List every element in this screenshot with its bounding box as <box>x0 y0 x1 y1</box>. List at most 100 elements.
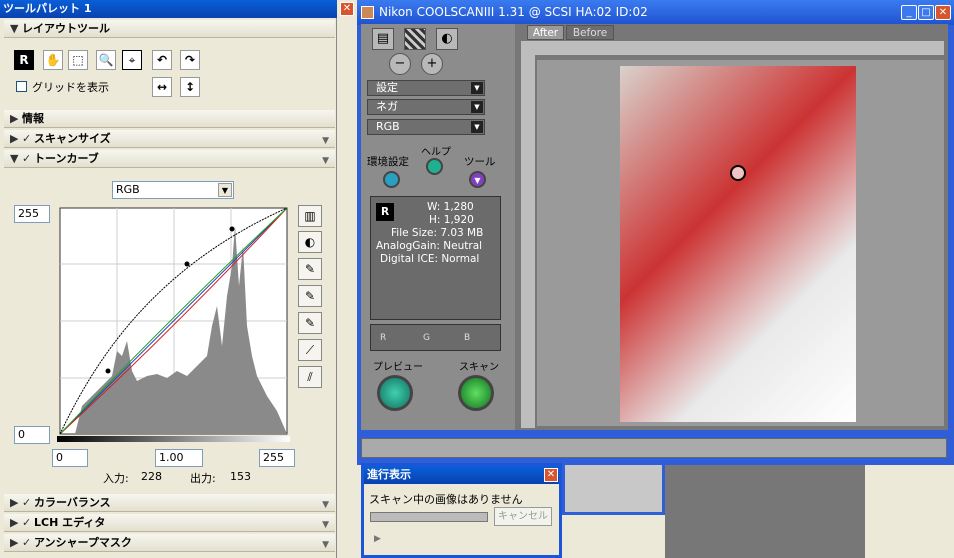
palette-title: ツールパレット 1 <box>0 0 337 18</box>
rgb-b: B <box>464 333 471 343</box>
color-mode-select[interactable]: RGB ▼ <box>367 119 485 135</box>
chevron-down-icon: ▼ <box>471 101 483 113</box>
progress-message: スキャン中の画像はありません <box>369 493 523 506</box>
checker-icon[interactable] <box>404 28 426 50</box>
section-label: 情報 <box>22 112 44 125</box>
info-gain: AnalogGain: Neutral <box>376 240 483 252</box>
rotate-left-icon[interactable]: ↶ <box>152 50 172 70</box>
hand-icon[interactable]: ✋ <box>43 50 63 70</box>
rgb-r: R <box>380 333 387 343</box>
zoom-in-icon[interactable]: + <box>421 53 443 75</box>
progress-bar <box>370 512 488 522</box>
crosshair-cursor-icon <box>730 165 746 181</box>
settings-select[interactable]: 設定 ▼ <box>367 80 485 96</box>
minimize-icon[interactable]: _ <box>901 5 917 20</box>
section-info[interactable]: ▶ 情報 <box>4 110 335 128</box>
tool-palette: ツールパレット 1 ▼ レイアウトツール R ✋ ⬚ 🔍 ⌖ ↶ ↷ グリッドを表… <box>0 0 337 558</box>
tone-curve-graph[interactable] <box>57 206 290 446</box>
eyedropper-gray-icon[interactable]: ✎ <box>298 285 322 307</box>
save-icon[interactable]: ▤ <box>372 28 394 50</box>
output-min-field[interactable]: 0 <box>14 426 50 444</box>
film-select[interactable]: ネガ ▼ <box>367 99 485 115</box>
select-value: RGB <box>376 120 400 133</box>
auto-curve-icon[interactable]: ⫽ <box>298 366 322 388</box>
section-layout-tool[interactable]: ▼ レイアウトツール <box>4 20 335 38</box>
crop-icon[interactable]: ⬚ <box>68 50 88 70</box>
cancel-button[interactable]: キャンセル <box>494 507 552 526</box>
tool-button[interactable]: ▼ <box>469 171 486 188</box>
tool-label: ツール <box>464 156 496 168</box>
vertical-ruler <box>521 55 535 428</box>
input-white-field[interactable]: 255 <box>259 449 295 467</box>
color-icon[interactable]: ◐ <box>436 28 458 50</box>
reset-curve-icon[interactable]: ⟋ <box>298 339 322 361</box>
tab-after[interactable]: After <box>527 25 564 40</box>
scan-button[interactable] <box>458 375 494 411</box>
rgb-g: G <box>423 333 430 343</box>
section-label: スキャンサイズ <box>34 132 111 145</box>
section-label: レイアウトツール <box>22 22 110 35</box>
chevron-down-icon[interactable]: ▼ <box>322 536 329 554</box>
status-bar <box>361 438 947 458</box>
chevron-down-icon[interactable]: ▼ <box>322 496 329 514</box>
chevron-down-icon[interactable]: ▼ <box>322 152 329 170</box>
section-scan-size[interactable]: ▶ ✓ スキャンサイズ ▼ <box>4 130 335 148</box>
preview-label: プレビュー <box>373 362 423 373</box>
scan-label: スキャン <box>459 362 499 373</box>
chevron-down-icon[interactable]: ▼ <box>322 132 329 150</box>
help-button[interactable] <box>426 158 443 175</box>
background-gray <box>665 465 865 558</box>
contrast-icon[interactable]: ◐ <box>298 231 322 253</box>
info-panel: R W: 1,280 H: 1,920 File Size: 7.03 MB A… <box>370 196 501 320</box>
select-value: ネガ <box>376 100 398 113</box>
progress-dialog: 進行表示 ✕ スキャン中の画像はありません キャンセル ▶ <box>361 463 562 558</box>
section-label: カラーバランス <box>34 496 111 509</box>
section-lch-editor[interactable]: ▶ ✓ LCH エディタ ▼ <box>4 514 335 532</box>
section-label: アンシャープマスク <box>34 536 132 549</box>
info-height: H: 1,920 <box>429 214 474 226</box>
preview-button[interactable] <box>377 375 413 411</box>
grid-label: グリッドを表示 <box>32 81 109 94</box>
rotate-right-icon[interactable]: ↷ <box>180 50 200 70</box>
app-icon <box>361 6 374 19</box>
output-max-field[interactable]: 255 <box>14 205 50 223</box>
progress-title: 進行表示 <box>364 466 559 484</box>
section-tone-curve[interactable]: ▼ ✓ トーンカーブ ▼ <box>4 150 335 168</box>
channel-value: RGB <box>116 183 140 196</box>
input-value: 228 <box>141 470 162 483</box>
section-unsharp-mask[interactable]: ▶ ✓ アンシャープマスク ▼ <box>4 534 335 552</box>
close-icon[interactable]: ✕ <box>544 468 558 482</box>
chevron-down-icon[interactable]: ▼ <box>218 183 232 197</box>
histogram-icon[interactable]: ▥ <box>298 205 322 227</box>
info-width: W: 1,280 <box>427 201 474 213</box>
input-black-field[interactable]: 0 <box>52 449 88 467</box>
section-color-balance[interactable]: ▶ ✓ カラーバランス ▼ <box>4 494 335 512</box>
maximize-icon[interactable]: □ <box>918 5 934 20</box>
crosshair-icon[interactable]: ⌖ <box>122 50 142 70</box>
zoom-icon[interactable]: 🔍 <box>96 50 116 70</box>
flip-vertical-icon[interactable]: ↕ <box>180 77 200 97</box>
eyedropper-white-icon[interactable]: ✎ <box>298 258 322 280</box>
nikon-title: Nikon COOLSCANIII 1.31 @ SCSI HA:02 ID:0… <box>357 0 954 25</box>
channel-select[interactable]: RGB ▼ <box>112 181 234 199</box>
close-icon[interactable]: ✕ <box>935 5 951 20</box>
input-gamma-field[interactable]: 1.00 <box>155 449 203 467</box>
tab-before[interactable]: Before <box>566 25 614 40</box>
preview-image <box>620 66 856 422</box>
expand-icon[interactable]: ▶ <box>374 534 381 544</box>
help-label: ヘルプ <box>421 147 451 158</box>
info-filesize: File Size: 7.03 MB <box>391 227 484 239</box>
r-icon[interactable]: R <box>14 50 34 70</box>
palette-close-icon[interactable]: ✕ <box>340 2 354 16</box>
zoom-out-icon[interactable]: − <box>389 53 411 75</box>
eyedropper-black-icon[interactable]: ✎ <box>298 312 322 334</box>
chevron-down-icon: ▼ <box>471 82 483 94</box>
env-label: 環境設定 <box>367 156 409 168</box>
section-label: LCH エディタ <box>34 516 106 529</box>
output-label: 出力: <box>190 472 216 485</box>
env-button[interactable] <box>383 171 400 188</box>
grid-checkbox[interactable] <box>16 81 27 92</box>
chevron-down-icon[interactable]: ▼ <box>322 516 329 534</box>
rgb-readout: R G B <box>370 324 501 351</box>
flip-horizontal-icon[interactable]: ↔ <box>152 77 172 97</box>
